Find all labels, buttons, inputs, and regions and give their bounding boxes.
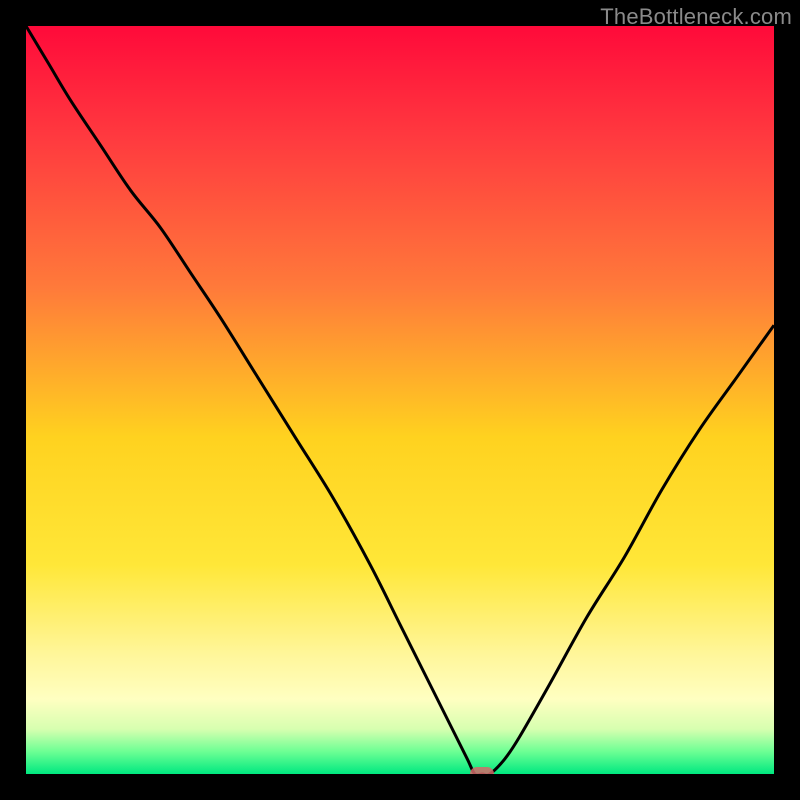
- watermark-text: TheBottleneck.com: [600, 4, 792, 30]
- curve-layer: [26, 26, 774, 774]
- plot-area: [26, 26, 774, 774]
- optimal-marker: [470, 767, 494, 774]
- bottleneck-curve: [26, 26, 774, 774]
- chart-stage: TheBottleneck.com: [0, 0, 800, 800]
